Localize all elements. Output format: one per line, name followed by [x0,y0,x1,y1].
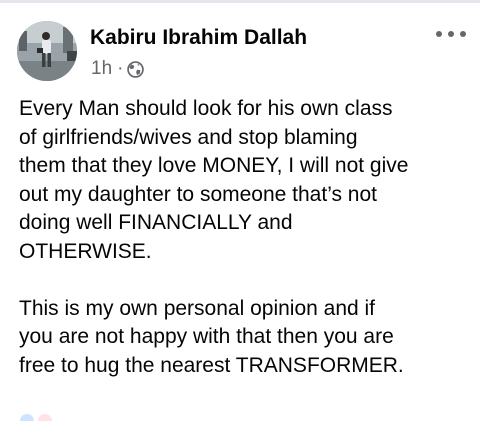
avatar[interactable] [17,21,77,81]
love-reaction-icon [38,414,52,421]
more-dot [448,31,454,37]
facebook-post: Kabiru Ibrahim Dallah 1h · Every Man sho… [0,0,480,421]
more-options-icon[interactable] [436,24,466,44]
meta-separator: · [117,58,124,79]
post-body: Every Man should look for his own class … [19,95,474,380]
globe-icon[interactable] [127,60,145,78]
post-meta: 1h · [91,58,145,80]
post-paragraph: Every Man should look for his own class … [19,97,409,263]
post-paragraph: This is my own personal opinion and if y… [19,296,404,377]
avatar-photo-icon [17,21,77,81]
post-timestamp[interactable]: 1h [91,58,112,80]
reaction-icons[interactable] [20,414,52,421]
more-dot [460,31,466,37]
author-name[interactable]: Kabiru Ibrahim Dallah [90,26,307,50]
like-reaction-icon [20,414,34,421]
more-dot [436,31,442,37]
